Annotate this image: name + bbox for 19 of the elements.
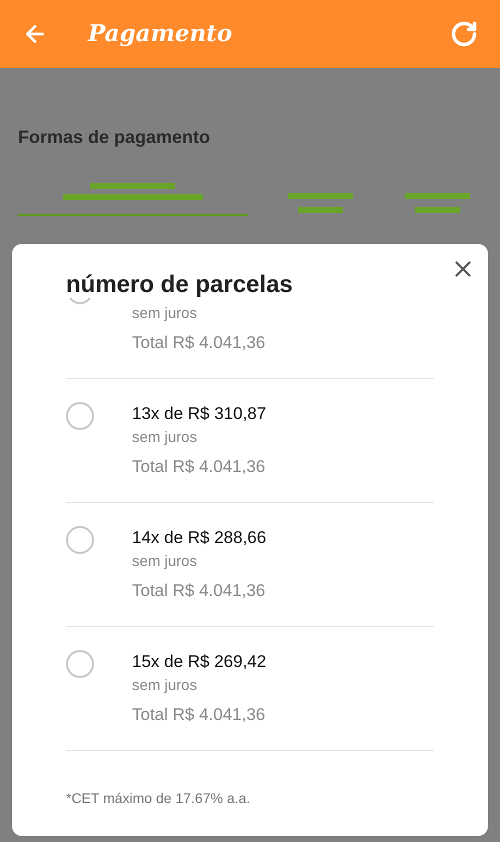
radio-button[interactable] bbox=[66, 526, 94, 554]
radio-button[interactable] bbox=[66, 402, 94, 430]
section-title: Formas de pagamento bbox=[18, 127, 210, 147]
radio-button[interactable] bbox=[66, 650, 94, 678]
total-amount: Total R$ 4.041,36 bbox=[132, 704, 266, 726]
interest-note: sem juros bbox=[132, 304, 198, 324]
total-amount: Total R$ 4.041,36 bbox=[132, 580, 266, 602]
total-amount: Total R$ 4.041,36 bbox=[132, 332, 266, 354]
total-amount: Total R$ 4.041,36 bbox=[132, 456, 266, 478]
header-title: Pagamento bbox=[88, 18, 232, 49]
interest-note: sem juros bbox=[132, 676, 198, 696]
interest-note: sem juros bbox=[132, 428, 198, 448]
interest-note: sem juros bbox=[132, 552, 198, 572]
installment-label: 15x de R$ 269,42 bbox=[132, 651, 266, 674]
installment-label: 13x de R$ 310,87 bbox=[132, 403, 266, 426]
installment-label: 14x de R$ 288,66 bbox=[132, 527, 266, 550]
refresh-icon[interactable] bbox=[450, 20, 478, 48]
footnote: *CET máximo de 17.67% a.a. bbox=[66, 789, 252, 808]
dialog-title: número de parcelas bbox=[66, 270, 293, 300]
